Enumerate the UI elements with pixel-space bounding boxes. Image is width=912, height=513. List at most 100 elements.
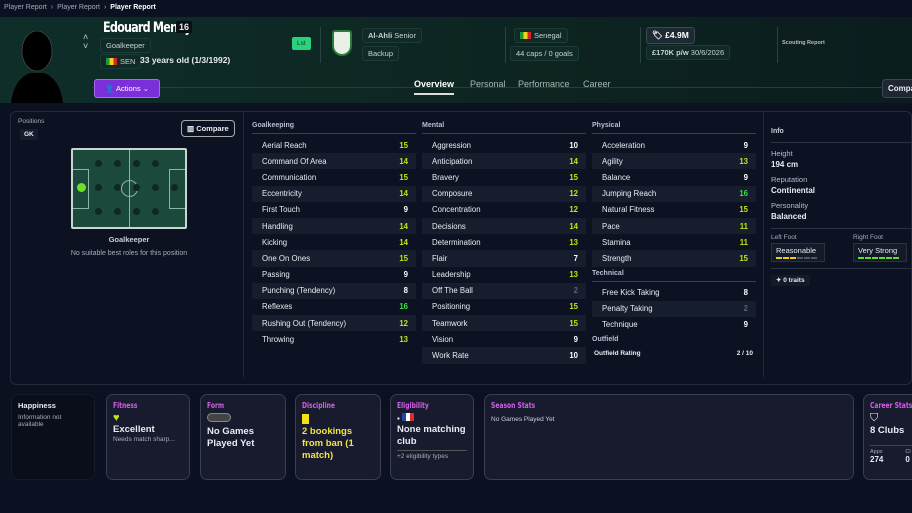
divider: [320, 27, 321, 63]
prev-next-player-arrows[interactable]: ˄ ˅: [83, 33, 88, 51]
list-badge[interactable]: Lst: [292, 37, 311, 50]
attribute-row[interactable]: Stamina 11: [592, 234, 756, 250]
attribute-row[interactable]: Pace 11: [592, 217, 756, 235]
position-dot: [114, 184, 121, 191]
attribute-row[interactable]: Balance 9: [592, 169, 756, 185]
attribute-name: Reflexes: [262, 302, 293, 312]
info-panel: Info Height 194 cm Reputation Continental …: [771, 128, 912, 286]
attribute-value: 13: [569, 270, 578, 280]
personality-label: Personality: [771, 201, 809, 210]
attribute-row[interactable]: Vision 9: [422, 331, 586, 347]
attribute-name: Composure: [432, 189, 473, 199]
attribute-row[interactable]: Positioning 15: [422, 299, 586, 315]
attribute-row[interactable]: Acceleration 9: [592, 137, 756, 153]
tab-career[interactable]: Career: [583, 79, 611, 89]
season-stats-card[interactable]: Season Stats No Games Played Yet: [484, 394, 854, 480]
form-card[interactable]: Form No Games Played Yet: [200, 394, 286, 480]
attribute-row[interactable]: Bravery 15: [422, 169, 586, 185]
attribute-row[interactable]: Rushing Out (Tendency) 12: [252, 315, 416, 332]
club-chip[interactable]: Al-Ahli Senior: [362, 28, 422, 43]
attribute-row[interactable]: Determination 13: [422, 234, 586, 250]
tab-overview[interactable]: Overview: [414, 79, 455, 95]
position-dot: [133, 160, 140, 167]
shield-icon: ⛉: [870, 412, 879, 424]
attribute-name: Agility: [602, 156, 623, 166]
height-label: Height: [771, 149, 793, 158]
happiness-card[interactable]: Happiness Information not available: [11, 394, 95, 480]
attribute-value: 13: [569, 237, 578, 247]
attribute-value: 9: [743, 320, 748, 330]
squad-status: Backup: [362, 46, 400, 61]
attribute-row[interactable]: First Touch 9: [252, 202, 416, 218]
attribute-row[interactable]: Reflexes 16: [252, 299, 416, 315]
position-chip: Goalkeeper: [100, 38, 151, 53]
attribute-value: 13: [399, 334, 408, 344]
attribute-row[interactable]: Composure 12: [422, 185, 586, 202]
attribute-name: Command Of Area: [262, 156, 327, 166]
attribute-name: Determination: [432, 237, 481, 247]
tab-performance[interactable]: Performance: [518, 79, 570, 89]
traits-button[interactable]: ✦ 0 traits: [771, 275, 810, 286]
attribute-row[interactable]: Concentration 12: [422, 202, 586, 218]
attribute-row[interactable]: Anticipation 14: [422, 153, 586, 170]
attribute-value: 9: [573, 334, 578, 344]
nationality-chip: SEN: [100, 54, 142, 69]
attribute-value: 10: [569, 351, 578, 361]
nation-chip[interactable]: Senegal: [514, 28, 568, 43]
attribute-row[interactable]: Punching (Tendency) 8: [252, 282, 416, 299]
attribute-row[interactable]: Leadership 13: [422, 267, 586, 283]
scouting-report[interactable]: Scouting Report: [782, 40, 825, 46]
attribute-row[interactable]: Communication 15: [252, 169, 416, 185]
attribute-name: Jumping Reach: [602, 189, 657, 199]
divider: [505, 27, 506, 63]
reputation-label: Reputation: [771, 175, 808, 184]
attribute-row[interactable]: Jumping Reach 16: [592, 185, 756, 202]
column-title: Physical: [592, 122, 756, 134]
attribute-value: 14: [569, 156, 578, 166]
attribute-row[interactable]: Passing 9: [252, 267, 416, 283]
value-chip[interactable]: 🏷 £4.9M: [646, 27, 695, 44]
position-dot: [114, 160, 121, 167]
attribute-row[interactable]: Penalty Taking 2: [592, 300, 756, 317]
attribute-value: 14: [399, 237, 408, 247]
position-dot: [152, 184, 159, 191]
attribute-row[interactable]: Strength 15: [592, 250, 756, 267]
attribute-row[interactable]: Free Kick Taking 8: [592, 285, 756, 301]
fitness-card[interactable]: Fitness ♥ Excellent Needs match sharp...: [106, 394, 190, 480]
attribute-row[interactable]: Kicking 14: [252, 234, 416, 250]
attribute-row[interactable]: Decisions 14: [422, 217, 586, 235]
eligibility-card[interactable]: Eligibility ▪ None matching club +2 eligib…: [390, 394, 474, 480]
attribute-row[interactable]: One On Ones 15: [252, 250, 416, 267]
breadcrumb-item[interactable]: Player Report: [4, 4, 47, 11]
roles-note: No suitable best roles for this position: [70, 250, 188, 257]
actions-button[interactable]: 👤 Actions ⌄: [94, 79, 160, 98]
heart-icon: ♥: [113, 412, 120, 424]
attribute-row[interactable]: Handling 14: [252, 217, 416, 235]
attribute-row[interactable]: Natural Fitness 15: [592, 202, 756, 218]
attribute-row[interactable]: Aggression 10: [422, 137, 586, 153]
attribute-row[interactable]: Teamwork 15: [422, 315, 586, 332]
attribute-row[interactable]: Eccentricity 14: [252, 185, 416, 202]
compare-button[interactable]: ▥ Compare: [181, 120, 235, 137]
club-crest-icon[interactable]: [332, 30, 352, 56]
attribute-row[interactable]: Off The Ball 2: [422, 282, 586, 299]
attribute-value: 14: [399, 156, 408, 166]
tab-personal[interactable]: Personal: [470, 79, 506, 89]
attribute-row[interactable]: Throwing 13: [252, 331, 416, 347]
attribute-row[interactable]: Technique 9: [592, 317, 756, 333]
attribute-row[interactable]: Flair 7: [422, 250, 586, 267]
foot-level-bar: [776, 257, 782, 259]
compare-button-top[interactable]: Compa: [882, 79, 912, 98]
career-stats-card[interactable]: Career Stats ⛉ 8 Clubs Apps 274 Cl 0: [863, 394, 912, 480]
foot-level-bar: [858, 257, 864, 259]
attribute-value: 9: [743, 140, 748, 150]
senegal-flag-icon: [106, 58, 117, 65]
positions-label: Positions: [18, 118, 45, 125]
attribute-row[interactable]: Agility 13: [592, 153, 756, 170]
attribute-name: Technique: [602, 320, 638, 330]
attribute-row[interactable]: Command Of Area 14: [252, 153, 416, 170]
discipline-card[interactable]: Discipline 2 bookings from ban (1 match): [295, 394, 381, 480]
attribute-row[interactable]: Work Rate 10: [422, 347, 586, 364]
breadcrumb-item[interactable]: Player Report: [57, 4, 100, 11]
attribute-row[interactable]: Aerial Reach 15: [252, 137, 416, 153]
